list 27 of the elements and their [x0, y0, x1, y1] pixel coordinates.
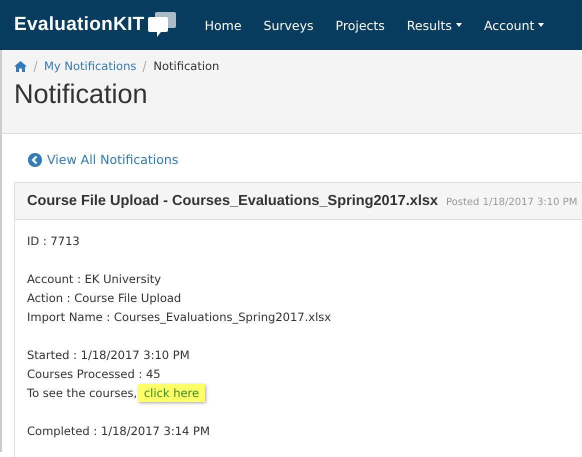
- detail-text: To see the courses,: [27, 386, 138, 400]
- caret-icon: [456, 23, 462, 27]
- detail-text: Account : EK University: [27, 272, 162, 286]
- detail-text: Import Name : Courses_Evaluations_Spring2017.xlsx: [27, 310, 332, 324]
- page-title: Notification: [14, 79, 149, 110]
- nav-menu-item[interactable]: Surveys: [252, 18, 325, 32]
- nav-menu-item[interactable]: Projects: [324, 18, 396, 32]
- breadcrumb-separator-icon: [142, 60, 148, 72]
- home-icon[interactable]: [14, 60, 27, 72]
- detail-text: Completed : 1/18/2017 3:14 PM: [27, 424, 210, 438]
- breadcrumb-current: Notification: [153, 59, 220, 73]
- panel-title: Course File Upload - Courses_Evaluations_Spring2017.xlsx: [27, 193, 438, 209]
- detail-text: Action : Course File Upload: [27, 291, 182, 305]
- nav-menu-item[interactable]: Results: [396, 18, 473, 32]
- detail-text: ID : 7713: [27, 234, 80, 248]
- nav-menu-item[interactable]: Account: [472, 18, 556, 32]
- breadcrumb-link[interactable]: My Notifications: [44, 59, 136, 73]
- nav-menu-item[interactable]: Home: [194, 18, 253, 32]
- brand-logo-text: EvaluationKIT: [14, 14, 145, 36]
- posted-date: Posted 1/18/2017 3:10 PM: [446, 197, 578, 208]
- view-all-link[interactable]: View All Notifications: [47, 152, 178, 167]
- detail-text: Courses Processed : 45: [27, 367, 161, 381]
- speech-bubbles-icon: [148, 12, 176, 38]
- breadcrumb-separator-icon: [33, 60, 38, 72]
- click-here-link[interactable]: click here: [138, 384, 206, 402]
- caret-icon: [538, 23, 544, 27]
- detail-text: Started : 1/18/2017 3:10 PM: [27, 348, 190, 362]
